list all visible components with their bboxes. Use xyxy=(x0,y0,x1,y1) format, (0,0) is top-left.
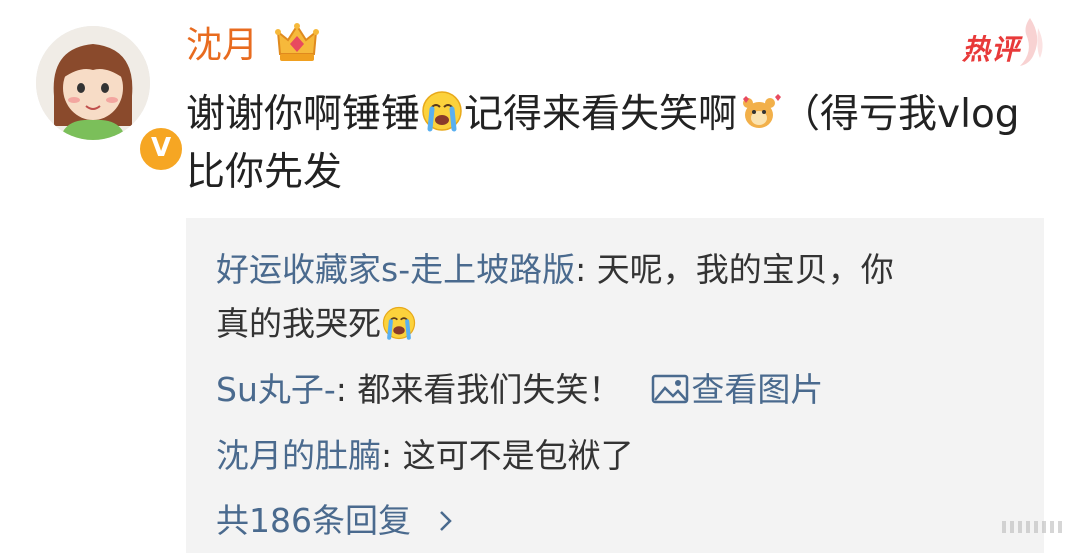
comment-part-1: 谢谢你啊锤锤 xyxy=(186,92,421,137)
hot-label: 热评 xyxy=(962,33,1021,66)
reply-thread: 好运收藏家s-走上坡路版: 天呢，我的宝贝，你真的我哭死 Su丸子-: 都来看我… xyxy=(186,218,1044,553)
view-image-link[interactable]: 查看图片 xyxy=(651,370,823,409)
avatar-image xyxy=(36,26,150,140)
username[interactable]: 沈月 xyxy=(186,22,258,70)
comment-text: 谢谢你啊锤锤 记得来看失笑啊 （得亏我vlog比你先发 xyxy=(186,86,1056,202)
reply-author[interactable]: 沈月的肚腩 xyxy=(216,436,381,475)
view-image-label: 查看图片 xyxy=(691,370,824,409)
image-icon xyxy=(652,374,689,404)
crown-icon xyxy=(275,23,319,61)
verified-badge: V xyxy=(136,124,186,174)
avatar[interactable]: V xyxy=(36,26,186,174)
reply-author[interactable]: 好运收藏家s-走上坡路版 xyxy=(216,250,575,289)
crying-face-icon xyxy=(422,91,462,132)
crying-face-icon xyxy=(382,306,416,340)
reply-item[interactable]: Su丸子-: 都来看我们失笑！ 查看图片 xyxy=(216,363,823,417)
hot-comment-tag: 热评 xyxy=(962,18,1043,72)
reply-text: : 都来看我们失笑！ xyxy=(335,370,622,409)
more-replies-label: 共186条回复 xyxy=(216,501,411,540)
reply-author[interactable]: Su丸子- xyxy=(216,370,336,409)
more-replies-link[interactable]: 共186条回复 xyxy=(216,494,456,548)
hamster-icon xyxy=(743,94,782,128)
reply-text: : 这可不是包袱了 xyxy=(381,436,634,475)
chevron-right-icon xyxy=(439,511,452,531)
comment-part-2: 记得来看失笑啊 xyxy=(464,92,738,137)
watermark-icon xyxy=(1002,521,1062,533)
reply-item[interactable]: 好运收藏家s-走上坡路版: 天呢，我的宝贝，你真的我哭死 xyxy=(216,243,916,351)
reply-item[interactable]: 沈月的肚腩: 这可不是包袱了 xyxy=(216,429,634,483)
